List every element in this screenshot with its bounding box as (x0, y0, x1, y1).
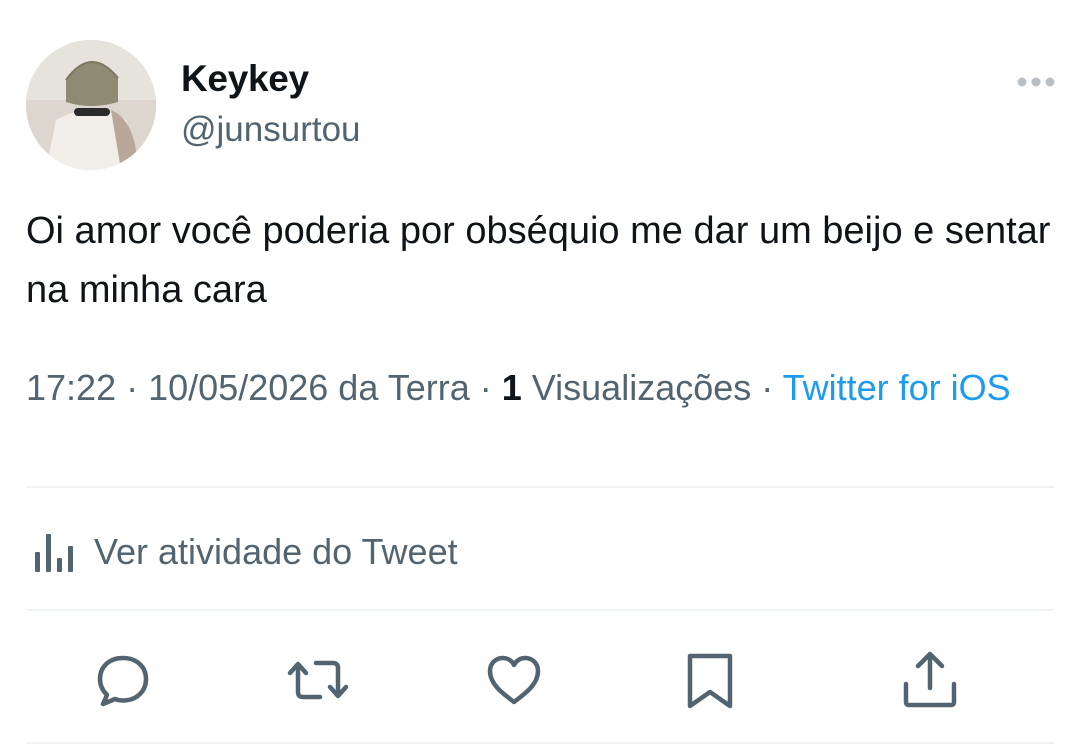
share-icon (903, 651, 957, 708)
reply-icon (97, 655, 149, 707)
tweet-action-bar (0, 640, 1080, 720)
view-tweet-activity-button[interactable]: Ver atividade do Tweet (26, 520, 458, 584)
meta-separator: · (479, 367, 492, 408)
divider (26, 742, 1054, 744)
tweet-date[interactable]: 10/05/2026 da Terra (148, 367, 470, 408)
more-dots-icon (1017, 77, 1055, 87)
tweet-text: Oi amor você poderia por obséquio me dar… (26, 210, 1051, 311)
more-options-button[interactable] (1012, 66, 1060, 98)
display-name[interactable]: Keykey (181, 58, 309, 100)
user-handle[interactable]: @junsurtou (181, 110, 361, 150)
avatar-photo (26, 40, 156, 170)
analytics-bar-chart-icon (35, 534, 73, 572)
meta-separator: · (126, 367, 139, 408)
tweet-metadata: 17:22 · 10/05/2026 da Terra · 1 Visualiz… (26, 364, 1026, 412)
divider (26, 609, 1054, 611)
retweet-button[interactable] (286, 648, 350, 712)
views-label: Visualizações (531, 367, 752, 408)
bookmark-button[interactable] (678, 648, 742, 712)
heart-icon (487, 655, 541, 705)
meta-separator: · (761, 367, 774, 408)
retweet-icon (287, 660, 349, 700)
like-button[interactable] (482, 648, 546, 712)
share-button[interactable] (898, 648, 962, 712)
bookmark-icon (687, 653, 733, 709)
views-count: 1 (501, 367, 522, 408)
divider (26, 486, 1054, 488)
avatar[interactable] (26, 40, 156, 170)
tweet-time[interactable]: 17:22 (26, 367, 116, 408)
tweet-source-link[interactable]: Twitter for iOS (783, 367, 1011, 408)
view-tweet-activity-label: Ver atividade do Tweet (94, 531, 458, 572)
reply-button[interactable] (91, 648, 155, 712)
